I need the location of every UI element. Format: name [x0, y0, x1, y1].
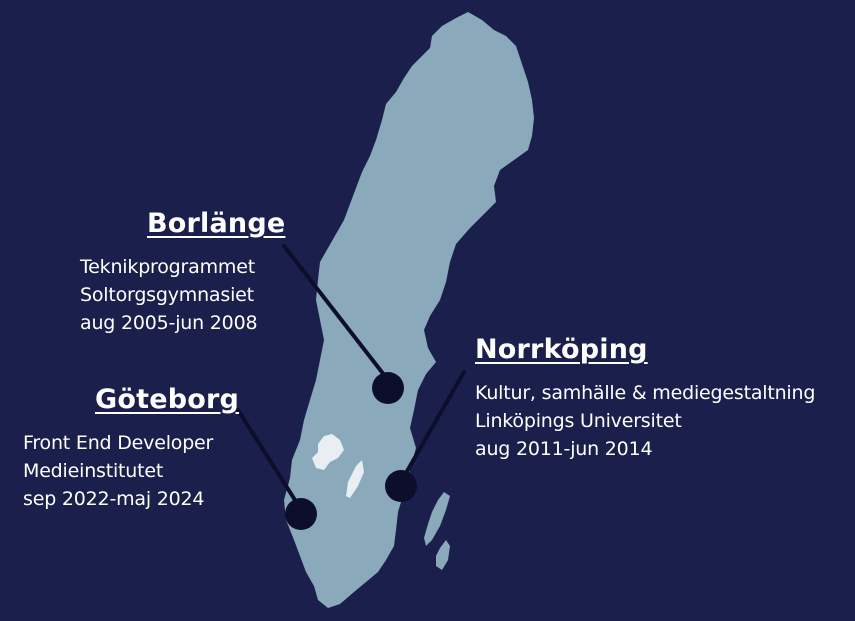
- education-line: Medieinstitutet: [23, 460, 164, 482]
- location-marker-borlange: [372, 372, 404, 404]
- leader-line-goteborg: [236, 408, 302, 510]
- location-marker-norrkoping: [385, 470, 417, 502]
- education-line: Kultur, samhälle & mediegestaltning: [475, 382, 816, 404]
- city-name-borlange: Borlänge: [147, 208, 286, 239]
- education-line: aug 2005-jun 2008: [80, 312, 258, 334]
- location-marker-goteborg: [285, 498, 317, 530]
- location-borlange: Borlänge Teknikprogrammet Soltorgsgymnas…: [80, 208, 285, 337]
- education-line: Teknikprogrammet: [80, 256, 255, 278]
- education-line: aug 2011-jun 2014: [475, 438, 653, 460]
- education-line: Linköpings Universitet: [475, 410, 682, 432]
- education-line: Soltorgsgymnasiet: [80, 284, 254, 306]
- oland-island: [424, 492, 450, 546]
- location-goteborg: Göteborg Front End Developer Medieinstit…: [23, 384, 239, 513]
- education-line: sep 2022-maj 2024: [23, 488, 205, 510]
- gotland-island: [436, 540, 450, 570]
- education-line: Front End Developer: [23, 432, 214, 454]
- city-name-norrkoping: Norrköping: [475, 334, 648, 365]
- city-name-goteborg: Göteborg: [95, 384, 240, 415]
- location-norrkoping: Norrköping Kultur, samhälle & mediegesta…: [475, 334, 815, 463]
- sweden-landmass: [284, 12, 534, 608]
